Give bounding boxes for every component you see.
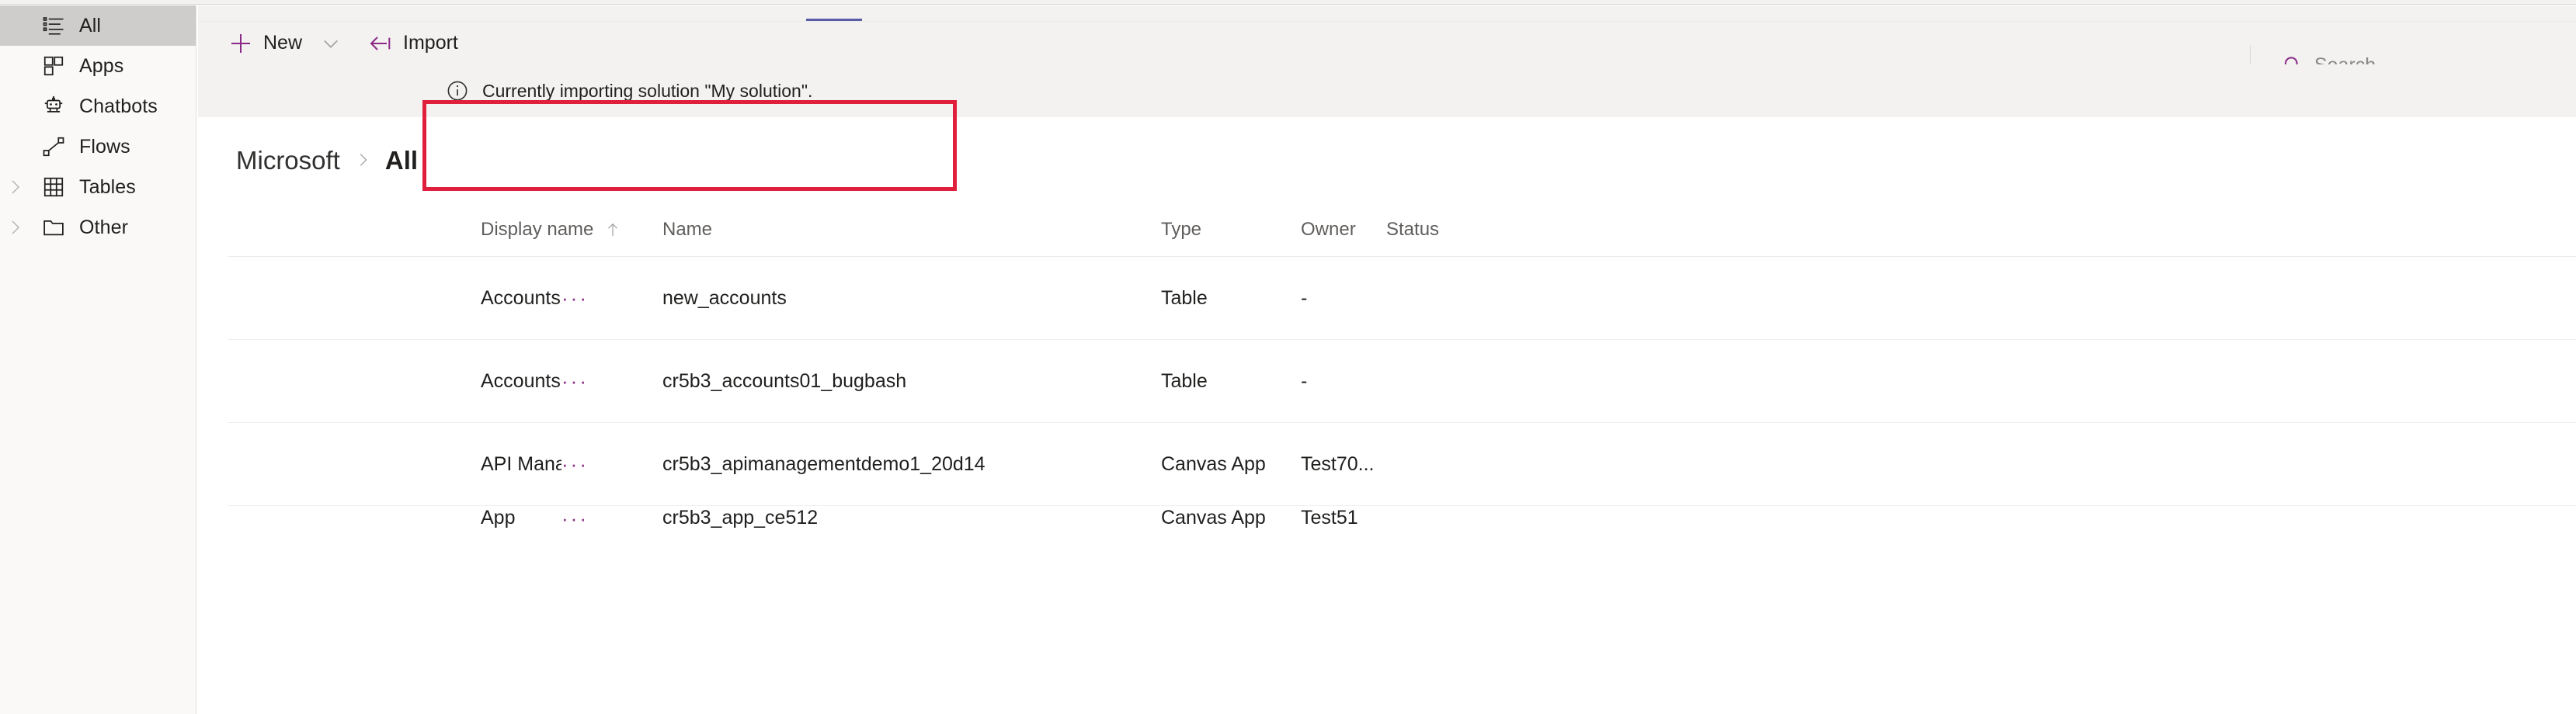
column-header-label: Type [1161,218,1202,240]
import-button-label: Import [403,32,458,54]
main-content: Microsoft All Display name Name Type Own… [198,117,2576,714]
notification-message: Currently importing solution "My solutio… [482,80,813,101]
row-overflow-menu-button[interactable]: ··· [561,506,662,529]
sidebar-item-apps[interactable]: Apps [0,46,196,86]
column-header-label: Display name [481,218,594,240]
import-arrow-icon [367,30,394,57]
new-button-label: New [263,32,303,54]
chevron-right-icon [354,151,371,168]
sidebar-item-label: Chatbots [79,95,158,117]
cell-display-name: Accounts [481,288,561,308]
command-bar: New Import [198,21,2576,86]
sidebar-item-label: Tables [79,175,136,198]
sidebar-item-all[interactable]: All [0,5,196,46]
sort-ascending-icon [604,221,621,238]
sidebar-item-other[interactable]: Other [0,207,196,248]
robot-icon [40,95,67,118]
cell-display-name: App [481,507,516,529]
chevron-right-icon[interactable] [5,177,25,197]
ellipsis-icon: ··· [561,288,589,308]
column-header-label: Name [662,218,713,240]
cell-type: Canvas App [1161,507,1266,529]
row-overflow-menu-button[interactable]: ··· [561,454,662,474]
ellipsis-icon: ··· [561,454,589,474]
table-row[interactable]: App ··· cr5b3_app_ce512 Canvas App Test5… [228,506,2576,529]
ellipsis-icon: ··· [561,371,589,391]
sidebar-item-label: Apps [79,54,124,77]
column-header-label: Status [1386,218,1440,240]
grid-icon [40,175,67,199]
apps-icon [40,54,67,78]
cell-owner: - [1301,371,1308,391]
left-navigation-sidebar: All Apps Chatbots Flows Tables Other [0,5,196,714]
row-overflow-menu-button[interactable]: ··· [561,371,662,391]
cell-owner: Test70... [1301,454,1375,474]
ellipsis-icon: ··· [561,506,589,529]
sidebar-item-chatbots[interactable]: Chatbots [0,86,196,127]
new-button[interactable]: New [221,22,308,65]
folder-icon [40,216,67,239]
row-overflow-menu-button[interactable]: ··· [561,288,662,308]
table-header-row: Display name Name Type Owner Status [228,203,2576,257]
column-header-display-name[interactable]: Display name [228,220,618,239]
chevron-down-icon[interactable] [318,30,344,57]
import-button[interactable]: Import [361,22,464,65]
window-top-strip [0,0,2576,5]
cell-name: cr5b3_app_ce512 [662,507,819,529]
sidebar-item-label: All [79,14,102,36]
sidebar-item-tables[interactable]: Tables [0,167,196,207]
cell-name: new_accounts [662,288,787,308]
chevron-right-icon[interactable] [5,217,25,237]
cell-type: Canvas App [1161,454,1266,474]
cell-owner: Test51 [1301,507,1358,529]
breadcrumb-item-all: All [384,145,419,175]
sidebar-item-flows[interactable]: Flows [0,127,196,167]
cell-name: cr5b3_apimanagementdemo1_20d14 [662,454,986,474]
cell-display-name: API Management Demo 1 [481,454,561,474]
app-root: All Apps Chatbots Flows Tables Other New… [0,0,2576,714]
column-header-type[interactable]: Type [1161,220,1301,239]
column-header-status[interactable]: Status [1386,220,1619,239]
list-icon [40,14,67,37]
notification-zone: Currently importing solution "My solutio… [198,64,2576,117]
cell-status [1386,506,1619,529]
flow-icon [40,135,67,158]
cell-display-name: Accounts01_Bugbash [481,371,561,391]
table-row[interactable]: API Management Demo 1 ··· cr5b3_apimanag… [228,423,2576,506]
table-row[interactable]: Accounts ··· new_accounts Table - [228,257,2576,340]
table-row[interactable]: Accounts01_Bugbash ··· cr5b3_accounts01_… [228,340,2576,423]
cell-type: Table [1161,288,1208,308]
sidebar-item-label: Other [79,216,129,238]
info-icon [445,78,470,103]
column-header-label: Owner [1301,218,1356,240]
plus-icon [228,30,254,57]
breadcrumb-item-microsoft[interactable]: Microsoft [236,147,340,173]
breadcrumb: Microsoft All [236,117,418,203]
column-header-name[interactable]: Name [662,220,1161,239]
cell-type: Table [1161,371,1208,391]
column-header-owner[interactable]: Owner [1301,220,1386,239]
cell-name: cr5b3_accounts01_bugbash [662,371,907,391]
sidebar-item-label: Flows [79,135,130,158]
solutions-table: Display name Name Type Owner Status Acco… [228,203,2576,529]
import-notification: Currently importing solution "My solutio… [423,64,812,117]
cell-owner: - [1301,288,1308,308]
